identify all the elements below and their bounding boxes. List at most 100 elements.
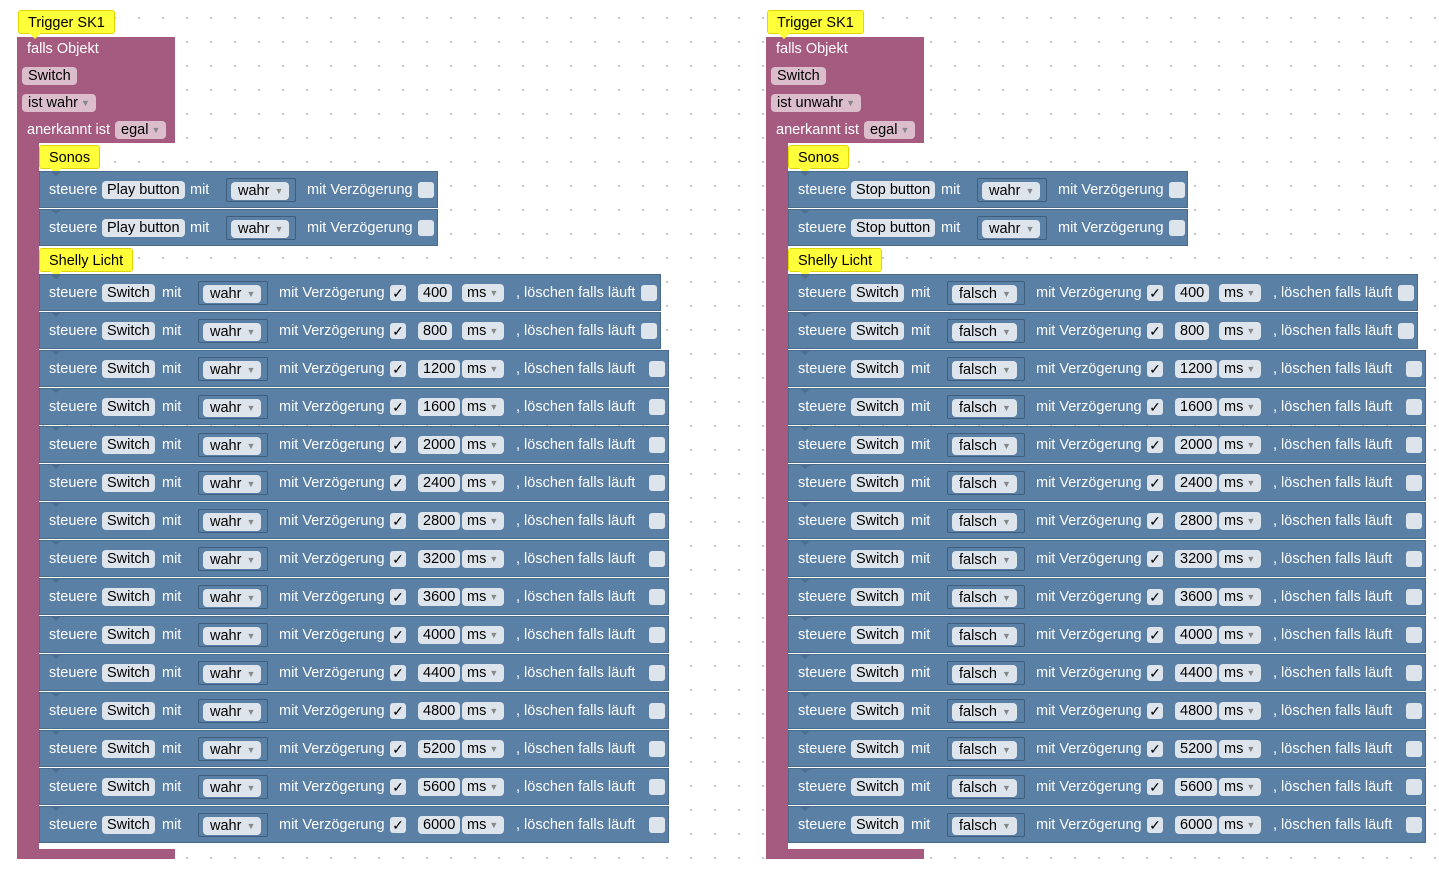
control-block-sonos-1[interactable]: steuere Stop button mit wahr ▼ mit Verzög… <box>788 171 1188 208</box>
delay-value-field[interactable]: 400 <box>418 284 453 302</box>
unit-dropdown[interactable]: ms ▼ <box>462 664 505 682</box>
control-block-shelly[interactable]: steuere Switch mit falsch ▼ mit Verzögerung ✓ 4… <box>788 692 1426 729</box>
comment-trigger[interactable]: Trigger SK1 <box>18 10 115 39</box>
delay-checkbox[interactable]: ✓ <box>390 589 406 605</box>
unit-dropdown[interactable]: ms ▼ <box>462 360 505 378</box>
target-field[interactable]: Switch <box>102 436 155 454</box>
unit-dropdown[interactable]: ms ▼ <box>1219 816 1262 834</box>
delay-checkbox[interactable]: ✓ <box>390 399 406 415</box>
target-field[interactable]: Play button <box>102 219 185 237</box>
delay-value-field[interactable]: 2400 <box>418 474 461 492</box>
delay-checkbox[interactable]: ✓ <box>390 437 406 453</box>
control-block-shelly[interactable]: steuere Switch mit wahr ▼ mit Verzögerung ✓ 400… <box>39 274 661 311</box>
control-block-shelly[interactable]: steuere Switch mit wahr ▼ mit Verzögerung ✓ 160… <box>39 388 669 425</box>
target-field[interactable]: Switch <box>102 512 155 530</box>
delay-value-field[interactable]: 6000 <box>1175 816 1218 834</box>
object-field[interactable]: Switch <box>22 67 77 85</box>
delay-value-field[interactable]: 2000 <box>418 436 461 454</box>
control-block-shelly[interactable]: steuere Switch mit wahr ▼ mit Verzögerung ✓ 240… <box>39 464 669 501</box>
delay-checkbox[interactable]: ✓ <box>390 627 406 643</box>
unit-dropdown[interactable]: ms ▼ <box>462 284 505 302</box>
target-field[interactable]: Switch <box>851 512 904 530</box>
control-block-shelly[interactable]: steuere Switch mit falsch ▼ mit Verzögerung ✓ 3… <box>788 540 1426 577</box>
delay-checkbox[interactable]: ✓ <box>390 665 406 681</box>
target-field[interactable]: Switch <box>851 322 904 340</box>
clear-if-running-checkbox[interactable] <box>649 665 665 681</box>
comment-shelly[interactable]: Shelly Licht <box>39 248 134 277</box>
delay-value-field[interactable]: 5600 <box>1175 778 1218 796</box>
delay-value-field[interactable]: 800 <box>1175 322 1210 340</box>
delay-value-field[interactable]: 400 <box>1175 284 1210 302</box>
unit-dropdown[interactable]: ms ▼ <box>462 474 505 492</box>
control-block-shelly[interactable]: steuere Switch mit falsch ▼ mit Verzögerung ✓ 1… <box>788 388 1426 425</box>
delay-value-field[interactable]: 3200 <box>1175 550 1218 568</box>
unit-dropdown[interactable]: ms ▼ <box>462 322 505 340</box>
clear-if-running-checkbox[interactable] <box>1406 513 1422 529</box>
value-dropdown[interactable]: falsch ▼ <box>952 323 1017 341</box>
delay-value-field[interactable]: 3600 <box>1175 588 1218 606</box>
value-dropdown[interactable]: wahr ▼ <box>231 220 290 238</box>
value-dropdown[interactable]: wahr ▼ <box>203 475 262 493</box>
condition-dropdown[interactable]: ist unwahr ▼ <box>771 94 862 112</box>
comment-sonos[interactable]: Sonos <box>788 145 850 174</box>
comment-shelly[interactable]: Shelly Licht <box>788 248 883 277</box>
unit-dropdown[interactable]: ms ▼ <box>1219 664 1262 682</box>
control-block-shelly[interactable]: steuere Switch mit falsch ▼ mit Verzögerung ✓ 1… <box>788 350 1426 387</box>
delay-value-field[interactable]: 3200 <box>418 550 461 568</box>
target-field[interactable]: Switch <box>102 778 155 796</box>
delay-checkbox[interactable]: ✓ <box>1147 627 1163 643</box>
delay-value-field[interactable]: 4000 <box>418 626 461 644</box>
control-block-shelly[interactable]: steuere Switch mit wahr ▼ mit Verzögerung ✓ 600… <box>39 806 669 843</box>
ack-dropdown[interactable]: egal ▼ <box>115 121 167 139</box>
clear-if-running-checkbox[interactable] <box>649 741 665 757</box>
unit-dropdown[interactable]: ms ▼ <box>462 436 505 454</box>
delay-checkbox[interactable]: ✓ <box>1147 323 1163 339</box>
delay-checkbox[interactable]: ✓ <box>390 285 406 301</box>
target-field[interactable]: Switch <box>102 474 155 492</box>
unit-dropdown[interactable]: ms ▼ <box>1219 550 1262 568</box>
delay-value-field[interactable]: 2800 <box>418 512 461 530</box>
delay-checkbox[interactable]: ✓ <box>390 323 406 339</box>
clear-if-running-checkbox[interactable] <box>1398 285 1414 301</box>
delay-value-field[interactable]: 4400 <box>418 664 461 682</box>
target-field[interactable]: Switch <box>851 398 904 416</box>
value-dropdown[interactable]: wahr ▼ <box>203 741 262 759</box>
value-dropdown[interactable]: wahr ▼ <box>982 220 1041 238</box>
control-block-shelly[interactable]: steuere Switch mit falsch ▼ mit Verzögerung ✓ 3… <box>788 578 1426 615</box>
delay-checkbox[interactable]: ✓ <box>1147 589 1163 605</box>
value-dropdown[interactable]: wahr ▼ <box>203 399 262 417</box>
control-block-shelly[interactable]: steuere Switch mit falsch ▼ mit Verzögerung ✓ 5… <box>788 730 1426 767</box>
delay-value-field[interactable]: 1200 <box>418 360 461 378</box>
delay-checkbox[interactable]: ✓ <box>390 513 406 529</box>
control-block-shelly[interactable]: steuere Switch mit falsch ▼ mit Verzögerung ✓ 2… <box>788 502 1426 539</box>
clear-if-running-checkbox[interactable] <box>1406 399 1422 415</box>
unit-dropdown[interactable]: ms ▼ <box>462 626 505 644</box>
control-block-shelly[interactable]: steuere Switch mit wahr ▼ mit Verzögerung ✓ 520… <box>39 730 669 767</box>
value-dropdown[interactable]: falsch ▼ <box>952 779 1017 797</box>
delay-checkbox[interactable]: ✓ <box>1147 475 1163 491</box>
delay-checkbox[interactable]: ✓ <box>1147 703 1163 719</box>
clear-if-running-checkbox[interactable] <box>649 817 665 833</box>
clear-if-running-checkbox[interactable] <box>641 285 657 301</box>
delay-checkbox[interactable] <box>418 220 434 236</box>
target-field[interactable]: Switch <box>102 284 155 302</box>
target-field[interactable]: Switch <box>851 550 904 568</box>
control-block-shelly[interactable]: steuere Switch mit falsch ▼ mit Verzögerung ✓ 4… <box>788 616 1426 653</box>
delay-checkbox[interactable]: ✓ <box>390 779 406 795</box>
value-dropdown[interactable]: falsch ▼ <box>952 589 1017 607</box>
control-block-shelly[interactable]: steuere Switch mit wahr ▼ mit Verzögerung ✓ 280… <box>39 502 669 539</box>
target-field[interactable]: Switch <box>102 360 155 378</box>
target-field[interactable]: Switch <box>102 740 155 758</box>
value-dropdown[interactable]: wahr ▼ <box>203 323 262 341</box>
delay-value-field[interactable]: 4400 <box>1175 664 1218 682</box>
delay-checkbox[interactable]: ✓ <box>390 741 406 757</box>
value-dropdown[interactable]: falsch ▼ <box>952 361 1017 379</box>
value-dropdown[interactable]: wahr ▼ <box>203 779 262 797</box>
unit-dropdown[interactable]: ms ▼ <box>1219 512 1262 530</box>
delay-checkbox[interactable]: ✓ <box>1147 741 1163 757</box>
target-field[interactable]: Stop button <box>851 181 936 199</box>
value-dropdown[interactable]: wahr ▼ <box>203 817 262 835</box>
target-field[interactable]: Switch <box>851 626 904 644</box>
comment-sonos[interactable]: Sonos <box>39 145 101 174</box>
delay-value-field[interactable]: 5200 <box>1175 740 1218 758</box>
